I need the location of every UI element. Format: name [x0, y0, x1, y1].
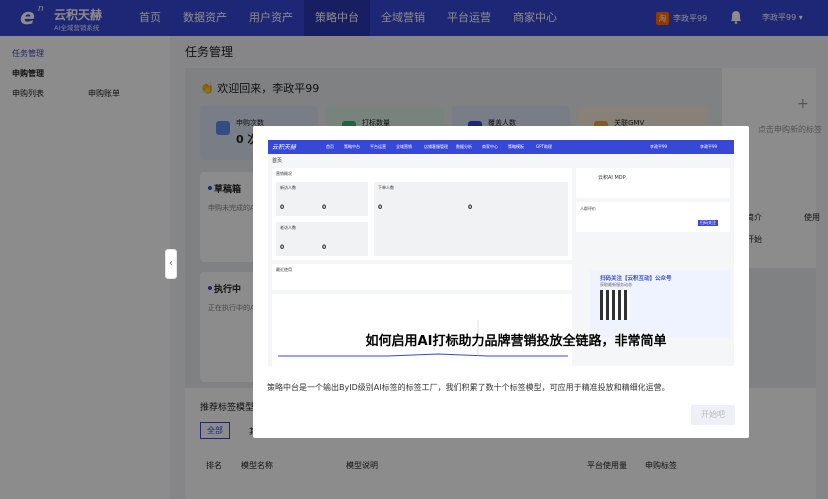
- video-value: 0: [468, 204, 473, 211]
- video-logo: 云积天赫: [272, 144, 297, 151]
- video-recent-box: [272, 264, 572, 290]
- video-nav-item: 商家中心: [482, 144, 498, 149]
- video-shop-box: [576, 168, 730, 198]
- video-follow-button: 扫码关注: [698, 220, 718, 226]
- video-nav-item: 策略中台: [344, 144, 360, 149]
- qr-code-icon: [600, 290, 630, 320]
- video-nav-item: 全域营销: [396, 144, 412, 149]
- qr-title: 扫码关注【云积互动】公众号: [600, 276, 672, 282]
- video-nav-item: 平台运营: [370, 144, 386, 149]
- video-shop-name: 云积AI MDP: [598, 175, 626, 181]
- video-orders-card: [374, 182, 568, 256]
- video-value: 0: [280, 244, 285, 251]
- video-home-label: 首页: [272, 158, 283, 164]
- video-value: 0: [322, 244, 327, 251]
- onboarding-modal: 云积天赫 首页 策略中台 平台运营 全域营销 店铺客服管理 数据分析 商家中心 …: [253, 126, 749, 438]
- video-followers-box: [576, 202, 730, 232]
- video-order-users: 下单人数: [378, 185, 394, 190]
- video-top-bar: 云积天赫 首页 策略中台 平台运营 全域营销 店铺客服管理 数据分析 商家中心 …: [268, 140, 734, 154]
- intro-video[interactable]: 云积天赫 首页 策略中台 平台运营 全域营销 店铺客服管理 数据分析 商家中心 …: [268, 140, 734, 366]
- video-nav-item: 店铺客服管理: [424, 144, 448, 149]
- video-caption: 如何启用AI打标助力品牌营销投放全链路，非常简单: [365, 334, 667, 349]
- video-qr-card: 扫码关注【云积互动】公众号 获取最新服务动态: [590, 270, 730, 338]
- video-nav-item: 数据分析: [456, 144, 472, 149]
- start-button[interactable]: 开始吧: [691, 405, 735, 425]
- sidebar-collapse-button[interactable]: ‹: [165, 249, 177, 279]
- modal-description: 策略中台是一个输出ByID级别AI标签的标签工厂，我们积累了数十个标签模型，可应…: [267, 383, 670, 392]
- video-nav-item: GPT助理: [536, 144, 552, 149]
- video-overview-title: 营销概况: [276, 171, 292, 176]
- video-store: 李政平99: [650, 144, 668, 149]
- video-value: 0: [280, 204, 285, 211]
- video-nav-item: 策略模板: [508, 144, 524, 149]
- video-recent: 最近使用: [276, 267, 292, 272]
- video-value: 0: [378, 204, 383, 211]
- video-value: 0: [322, 204, 327, 211]
- video-new-users: 新访人数: [280, 185, 296, 190]
- video-nav-item: 首页: [326, 144, 334, 149]
- video-user: 李政平99: [700, 144, 718, 149]
- video-followers: 人群评价: [580, 206, 596, 211]
- video-old-users: 老访人数: [280, 225, 296, 230]
- qr-subtitle: 获取最新服务动态: [600, 282, 632, 287]
